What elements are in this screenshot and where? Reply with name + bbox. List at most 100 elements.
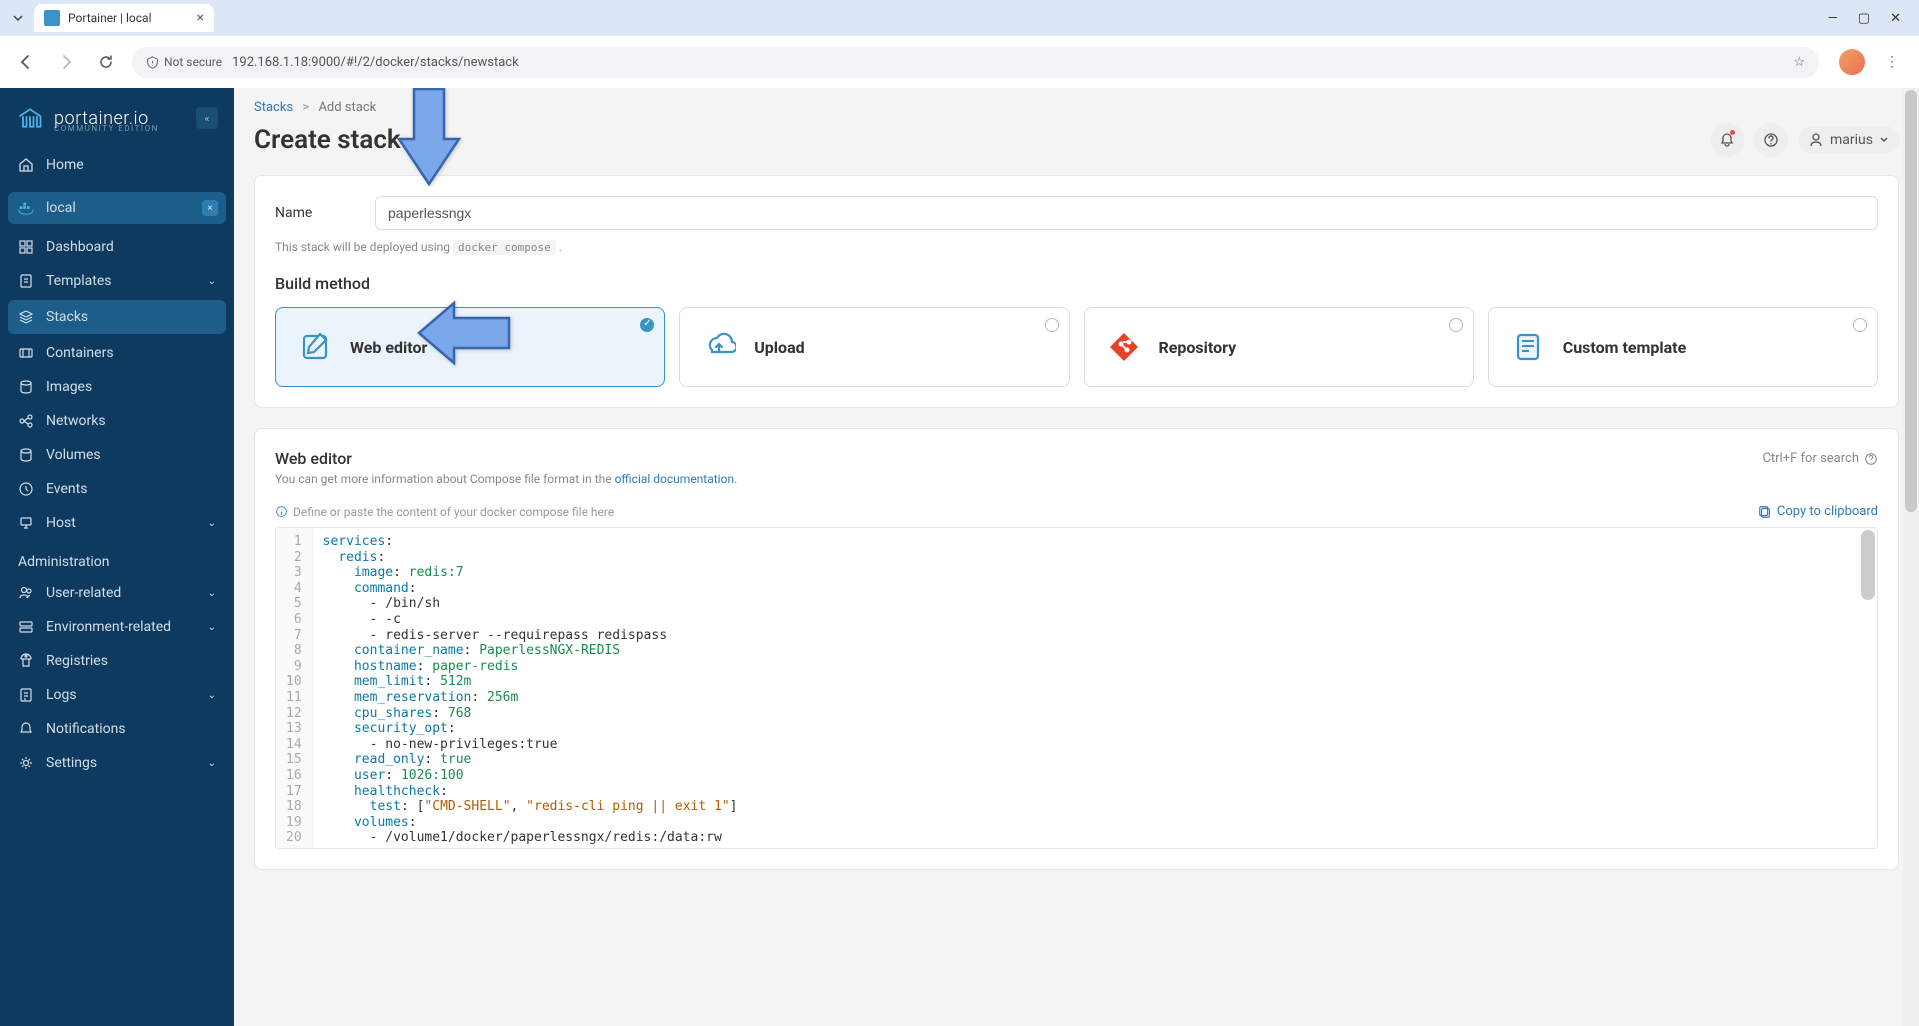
sidebar-item-stacks[interactable]: Stacks	[8, 300, 226, 334]
notifications-icon	[18, 721, 34, 737]
sidebar-item-networks[interactable]: Networks	[0, 404, 234, 438]
header-actions: marius	[1710, 123, 1899, 157]
name-label: Name	[275, 205, 375, 221]
nav-forward-button[interactable]	[52, 48, 80, 76]
registries-icon	[18, 653, 34, 669]
method-web-editor[interactable]: Web editor	[275, 307, 665, 387]
window-close-icon[interactable]: ✕	[1890, 11, 1901, 26]
sidebar-item-environment-related[interactable]: Environment-related ⌄	[0, 610, 234, 644]
web-editor-icon	[296, 328, 334, 366]
sidebar-item-home[interactable]: Home	[0, 148, 234, 182]
profile-avatar[interactable]	[1839, 49, 1865, 75]
sidebar-item-containers[interactable]: Containers	[0, 336, 234, 370]
site-security-indicator[interactable]: Not secure	[146, 55, 222, 69]
sidebar-header: portainer.io COMMUNITY EDITION «	[0, 88, 234, 148]
official-docs-link[interactable]: official documentation	[615, 472, 735, 486]
browser-menu-icon[interactable]: ⋮	[1877, 54, 1907, 70]
environment-related-icon	[18, 619, 34, 635]
sidebar-item-label: Dashboard	[46, 239, 114, 255]
helper-code: docker compose	[453, 240, 556, 255]
portainer-logo-icon	[16, 104, 44, 132]
browser-tab[interactable]: Portainer | local ×	[34, 4, 214, 32]
sidebar-item-registries[interactable]: Registries	[0, 644, 234, 678]
method-repository[interactable]: Repository	[1084, 307, 1474, 387]
home-icon	[18, 157, 34, 173]
window-controls: — ▢ ✕	[1828, 11, 1919, 26]
chevron-down-icon: ⌄	[208, 622, 216, 633]
environment-close-icon[interactable]: ×	[202, 200, 218, 216]
sidebar-item-notifications[interactable]: Notifications	[0, 712, 234, 746]
name-input[interactable]	[375, 196, 1878, 230]
sidebar-item-label: Home	[46, 157, 84, 173]
method-upload[interactable]: Upload	[679, 307, 1069, 387]
user-menu[interactable]: marius	[1798, 126, 1899, 154]
sidebar-item-images[interactable]: Images	[0, 370, 234, 404]
sidebar-item-dashboard[interactable]: Dashboard	[0, 230, 234, 264]
main-scrollbar-thumb[interactable]	[1905, 90, 1917, 512]
host-icon	[18, 515, 34, 531]
sidebar-item-label: Environment-related	[46, 619, 171, 635]
sidebar-item-label: Notifications	[46, 721, 126, 737]
browser-chrome: Portainer | local × — ▢ ✕ Not secure 192…	[0, 0, 1919, 88]
method-label: Web editor	[350, 338, 427, 357]
sidebar-item-label: Images	[46, 379, 92, 395]
copy-label: Copy to clipboard	[1777, 504, 1878, 519]
code-editor[interactable]: 1234567891011121314151617181920 services…	[275, 527, 1878, 849]
build-methods: Web editor Upload Repository	[275, 307, 1878, 387]
chevron-down-icon: ⌄	[208, 276, 216, 287]
tab-close-icon[interactable]: ×	[197, 10, 204, 26]
not-secure-label: Not secure	[164, 55, 222, 69]
page-title-text: Create stack	[254, 125, 401, 155]
sidebar-item-label: User-related	[46, 585, 121, 601]
editor-scrollbar-thumb[interactable]	[1861, 530, 1875, 600]
web-editor-card: Web editor Ctrl+F for search You can get…	[254, 428, 1899, 870]
stacks-icon	[18, 309, 34, 325]
user-related-icon	[18, 585, 34, 601]
nav-reload-button[interactable]	[92, 48, 120, 76]
sidebar-collapse-button[interactable]: «	[196, 107, 218, 129]
editor-shortcut-hint: Ctrl+F for search	[1762, 451, 1878, 466]
sidebar-item-label: Stacks	[46, 309, 88, 325]
method-custom-template[interactable]: Custom template	[1488, 307, 1878, 387]
editor-header: Web editor Ctrl+F for search	[275, 449, 1878, 468]
copy-to-clipboard-button[interactable]: Copy to clipboard	[1758, 504, 1878, 519]
method-label: Custom template	[1563, 338, 1687, 357]
editor-hint-text: Define or paste the content of your dock…	[293, 505, 614, 519]
chevron-down-icon: ⌄	[208, 588, 216, 599]
main-scrollbar[interactable]	[1903, 88, 1919, 1026]
nav-back-button[interactable]	[12, 48, 40, 76]
notifications-button[interactable]	[1710, 123, 1744, 157]
sidebar-environment[interactable]: local ×	[8, 192, 226, 224]
url-bar[interactable]: Not secure 192.168.1.18:9000/#!/2/docker…	[132, 47, 1819, 78]
sidebar-item-volumes[interactable]: Volumes	[0, 438, 234, 472]
build-method-title: Build method	[275, 274, 1878, 293]
tab-search-dropdown[interactable]	[8, 8, 28, 28]
code-content[interactable]: services: redis: image: redis:7 command:…	[313, 528, 1877, 848]
clipboard-icon	[1758, 505, 1772, 519]
line-numbers-gutter: 1234567891011121314151617181920	[276, 528, 313, 848]
sidebar-item-templates[interactable]: Templates⌄	[0, 264, 234, 298]
upload-icon	[700, 328, 738, 366]
method-radio	[1045, 318, 1059, 332]
sidebar: portainer.io COMMUNITY EDITION « Home lo…	[0, 88, 234, 1026]
help-button[interactable]	[1754, 123, 1788, 157]
sidebar-item-logs[interactable]: Logs⌄	[0, 678, 234, 712]
help-icon[interactable]	[1864, 452, 1878, 466]
breadcrumb-link-stacks[interactable]: Stacks	[254, 100, 293, 115]
sidebar-item-user-related[interactable]: User-related ⌄	[0, 576, 234, 610]
notification-dot	[1730, 130, 1735, 135]
sidebar-item-host[interactable]: Host⌄	[0, 506, 234, 540]
sidebar-item-events[interactable]: Events	[0, 472, 234, 506]
helper-pre: This stack will be deployed using	[275, 240, 450, 254]
git-icon	[1105, 328, 1143, 366]
bookmark-star-icon[interactable]: ☆	[1793, 55, 1805, 70]
editor-hint-row: Define or paste the content of your dock…	[275, 504, 1878, 519]
page-header: Create stack marius	[234, 115, 1919, 175]
refresh-icon[interactable]	[411, 129, 429, 152]
main-content: Stacks > Add stack Create stack	[234, 88, 1919, 1026]
sidebar-item-settings[interactable]: Settings⌄	[0, 746, 234, 780]
window-maximize-icon[interactable]: ▢	[1858, 11, 1870, 26]
window-minimize-icon[interactable]: —	[1828, 11, 1838, 26]
chevron-down-icon: ⌄	[208, 690, 216, 701]
method-label: Repository	[1159, 338, 1237, 357]
